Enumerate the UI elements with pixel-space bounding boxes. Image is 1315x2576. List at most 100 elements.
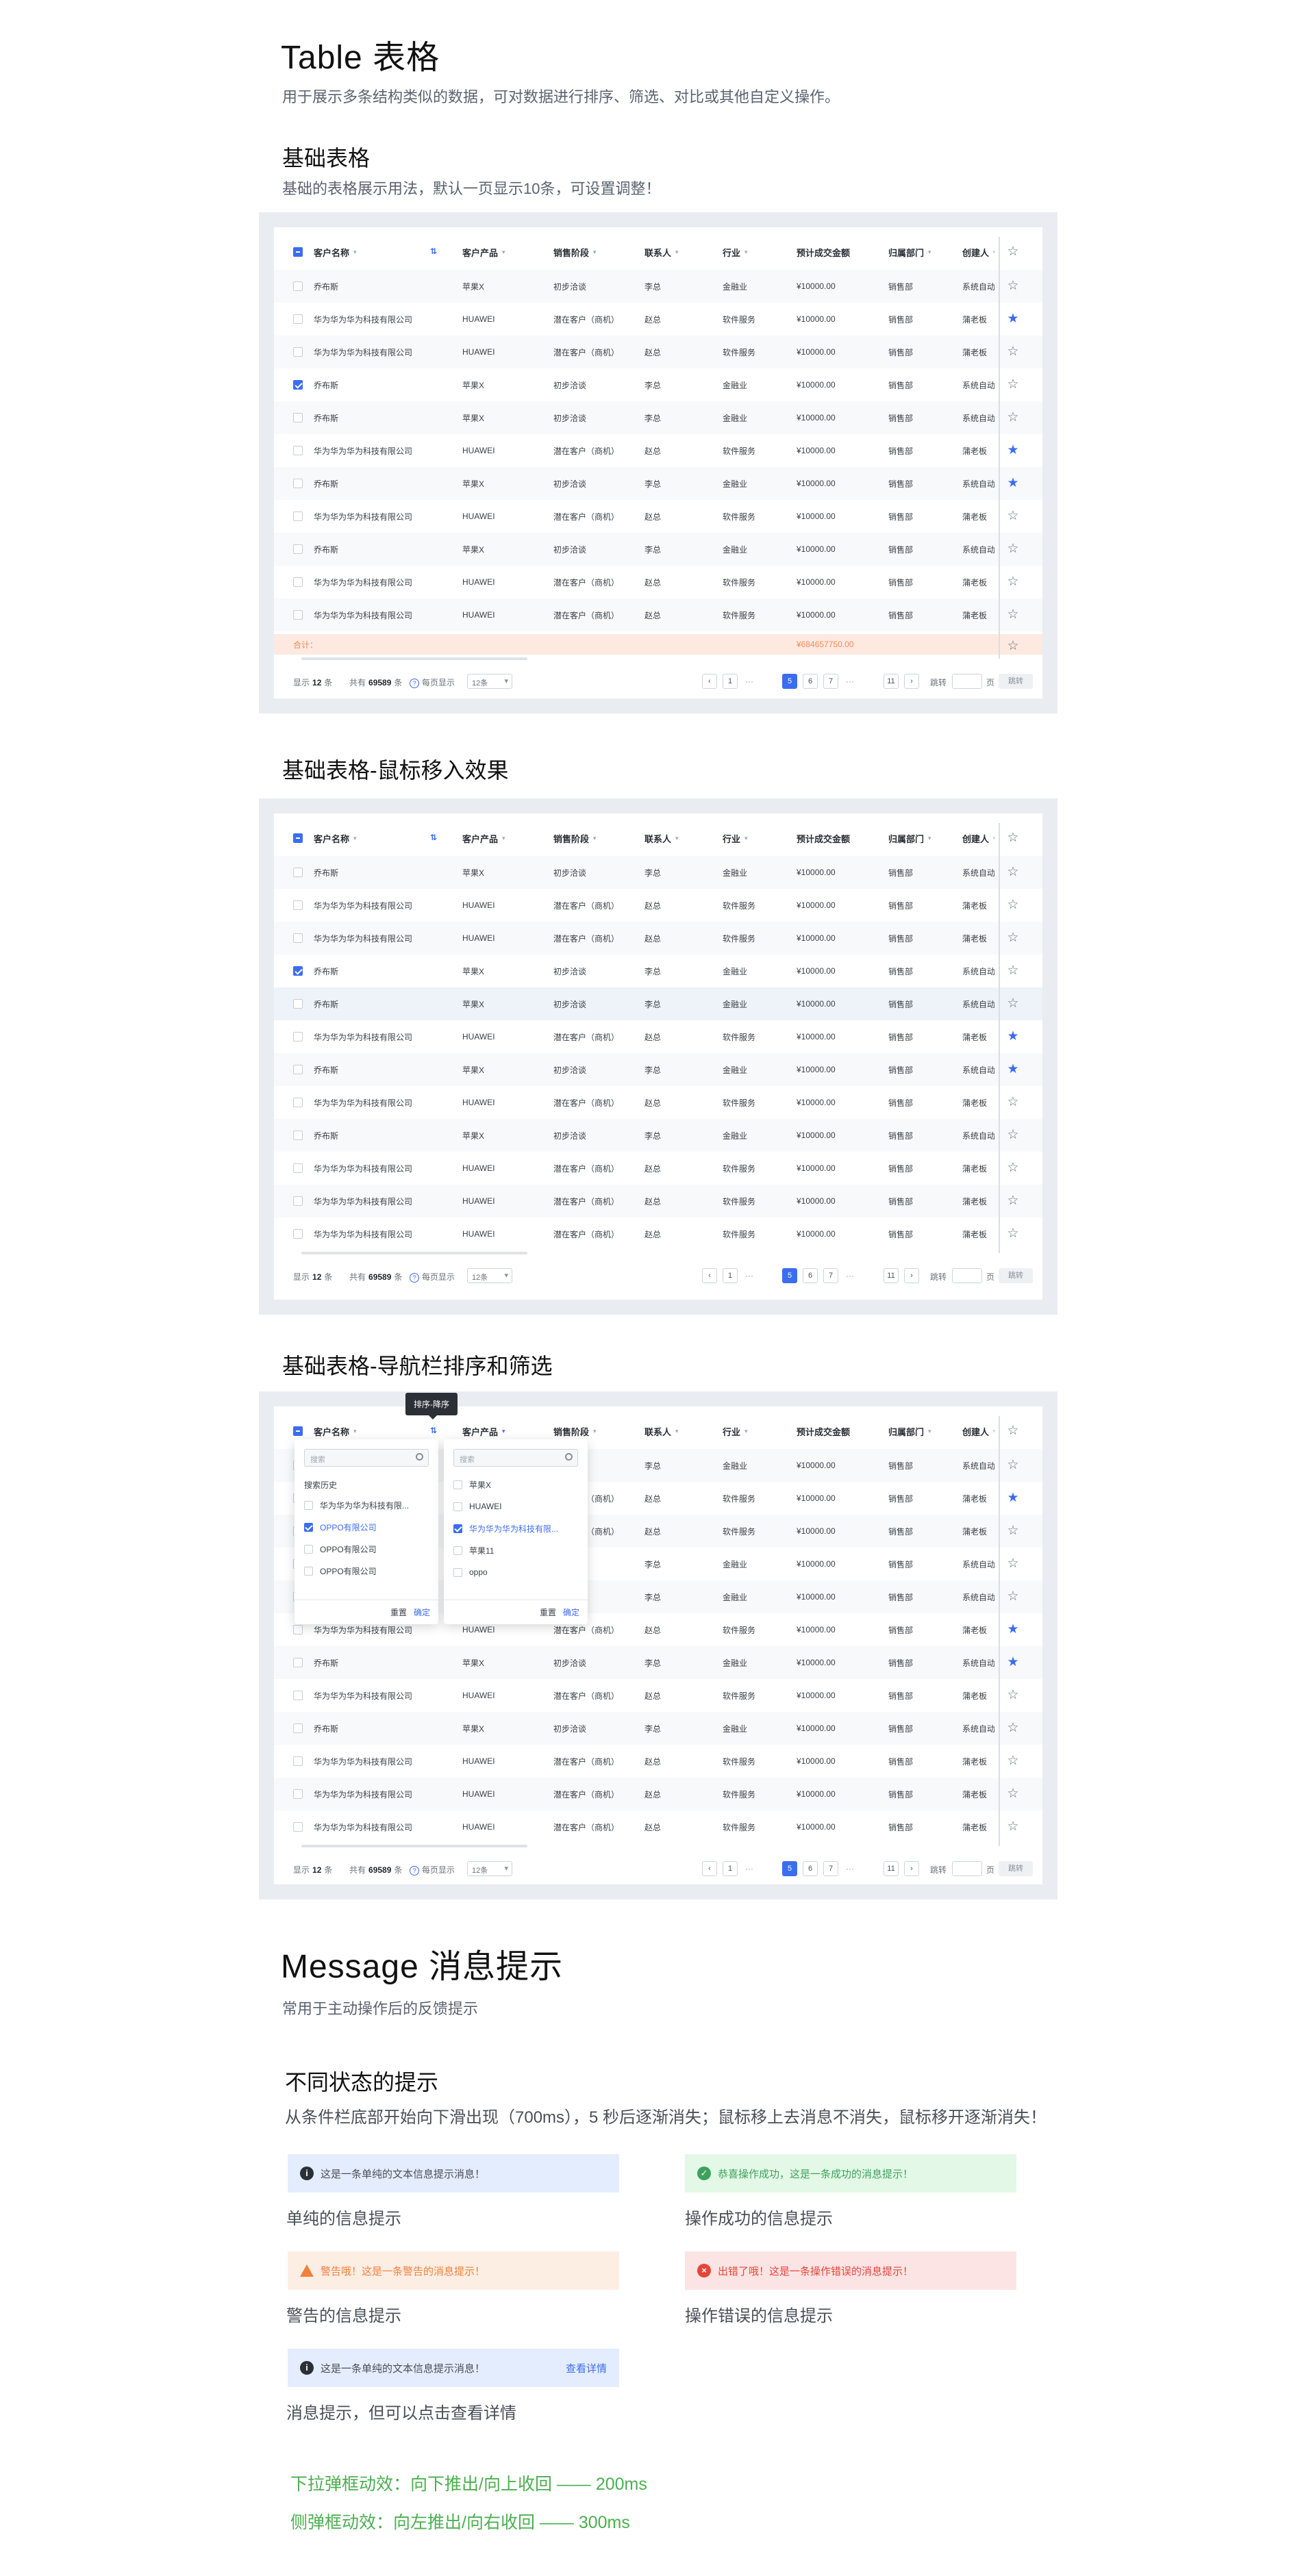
favorite-star-icon[interactable]: ★ [1005,443,1020,458]
page-button[interactable]: 11 [884,674,899,689]
table-row[interactable]: 乔布斯 苹果X 初步洽谈 李总 金融业 ¥10000.00 销售部 系统自动 ☆ [274,987,1042,1020]
favorite-star-icon[interactable]: ☆ [1005,1458,1020,1473]
page-button[interactable]: 1 [723,674,738,689]
favorite-star-icon[interactable]: ☆ [1005,1819,1020,1834]
favorite-star-icon[interactable]: ☆ [1005,963,1020,978]
filter-caret-icon[interactable]: ▾ [744,835,748,842]
favorite-star-icon[interactable]: ☆ [1005,574,1020,590]
filter-caret-icon[interactable]: ▾ [993,1428,994,1435]
row-checkbox[interactable] [293,347,303,357]
jump-page-input[interactable] [952,1268,982,1283]
row-checkbox[interactable] [293,281,303,291]
column-header-contact[interactable]: 联系人 ▾ [644,1416,717,1446]
filter-caret-icon[interactable]: ▾ [744,249,748,256]
favorite-star-icon[interactable]: ☆ [1005,1556,1020,1571]
filter-icon[interactable]: ⇅ [430,833,437,842]
jump-go-button[interactable]: 跳转 [999,1861,1033,1876]
row-checkbox[interactable] [293,999,303,1009]
favorite-star-icon[interactable]: ☆ [1005,1128,1020,1143]
favorite-star-icon[interactable]: ☆ [1005,542,1020,557]
table-row[interactable]: 乔布斯 苹果X 初步洽谈 李总 金融业 ¥10000.00 销售部 系统自动 ☆ [274,1712,1042,1745]
page-button[interactable]: 7 [823,674,838,689]
filter-option[interactable]: oppo [453,1564,582,1580]
row-checkbox[interactable] [293,1723,303,1733]
option-checkbox[interactable] [304,1522,313,1532]
favorite-star-icon[interactable]: ☆ [1005,410,1020,425]
favorite-header-icon[interactable]: ☆ [1005,831,1020,846]
filter-caret-icon[interactable]: ▾ [502,835,505,842]
jump-page-input[interactable] [952,1861,982,1876]
favorite-star-icon[interactable]: ★ [1005,1029,1020,1044]
table-row[interactable]: 华为华为华为科技有限公司 HUAWEI 潜在客户（商机） 赵总 软件服务 ¥10000.0… [274,1778,1042,1810]
row-checkbox[interactable] [293,610,303,620]
confirm-button[interactable]: 确定 [563,1606,579,1618]
favorite-star-icon[interactable]: ☆ [1005,1786,1020,1802]
filter-caret-icon[interactable]: ▾ [928,249,931,256]
table-row[interactable]: 乔布斯 苹果X 初步洽谈 李总 金融业 ¥10000.00 销售部 系统自动 ★ [274,467,1042,500]
table-row[interactable]: 华为华为华为科技有限公司 HUAWEI 潜在客户（商机） 赵总 软件服务 ¥10000.0… [274,1810,1042,1843]
dropdown-search-input[interactable]: 搜索 [304,1449,429,1467]
filter-icon[interactable]: ⇅ [430,1426,437,1435]
row-checkbox[interactable] [293,1756,303,1766]
prev-page-button[interactable]: ‹ [702,1268,717,1283]
column-header-contact[interactable]: 联系人 ▾ [644,823,717,853]
favorite-star-icon[interactable]: ☆ [1005,931,1020,946]
filter-caret-icon[interactable]: ▾ [353,1428,357,1435]
page-button[interactable]: 6 [803,1268,818,1283]
row-checkbox[interactable] [293,544,303,554]
row-checkbox[interactable] [293,314,303,324]
table-row[interactable]: 乔布斯 苹果X 初步洽谈 李总 金融业 ¥10000.00 销售部 系统自动 ☆ [274,856,1042,889]
filter-option[interactable]: OPPO有限公司 [304,1519,433,1535]
row-checkbox[interactable] [293,512,303,521]
filter-option[interactable]: 苹果11 [453,1542,582,1558]
filter-caret-icon[interactable]: ▾ [502,249,505,256]
prev-page-button[interactable]: ‹ [702,1861,717,1876]
table-row[interactable]: 乔布斯 苹果X 初步洽谈 李总 金融业 ¥10000.00 销售部 系统自动 ☆ [274,401,1042,434]
table-row[interactable]: 华为华为华为科技有限公司 HUAWEI 潜在客户（商机） 赵总 软件服务 ¥10000.0… [274,434,1042,467]
page-button[interactable]: 5 [782,1861,797,1876]
row-checkbox[interactable] [293,446,303,455]
favorite-star-icon[interactable]: ★ [1005,312,1020,327]
column-header-contact[interactable]: 联系人 ▾ [644,237,717,267]
favorite-star-icon[interactable]: ☆ [1005,639,1020,654]
favorite-star-icon[interactable]: ☆ [1005,1721,1020,1736]
favorite-star-icon[interactable]: ☆ [1005,1688,1020,1703]
view-details-link[interactable]: 查看详情 [566,2361,607,2375]
table-row[interactable]: 华为华为华为科技有限公司 HUAWEI 潜在客户（商机） 赵总 软件服务 ¥10000.0… [274,500,1042,533]
row-checkbox[interactable] [293,1822,303,1832]
table-row[interactable]: 华为华为华为科技有限公司 HUAWEI 潜在客户（商机） 赵总 软件服务 ¥10000.0… [274,598,1042,631]
row-checkbox[interactable] [293,900,303,910]
column-header-dept[interactable]: 归属部门 ▾ [888,823,957,853]
favorite-star-icon[interactable]: ★ [1005,1491,1020,1506]
filter-option[interactable]: 华为华为华为科技有限... [304,1497,433,1513]
row-checkbox[interactable] [293,1229,303,1239]
horizontal-scrollbar[interactable] [301,657,527,660]
row-checkbox[interactable] [293,1789,303,1799]
dropdown-search-input[interactable]: 搜索 [453,1449,578,1467]
page-button[interactable]: 11 [884,1861,899,1876]
page-button[interactable]: 11 [884,1268,899,1283]
favorite-star-icon[interactable]: ☆ [1005,377,1020,392]
table-row[interactable]: 华为华为华为科技有限公司 HUAWEI 潜在客户（商机） 赵总 软件服务 ¥10000.0… [274,1020,1042,1053]
table-row[interactable]: 华为华为华为科技有限公司 HUAWEI 潜在客户（商机） 赵总 软件服务 ¥10000.0… [274,1086,1042,1119]
column-header-stage[interactable]: 销售阶段 ▾ [553,823,639,853]
option-checkbox[interactable] [304,1544,313,1554]
favorite-star-icon[interactable]: ★ [1005,1655,1020,1670]
table-row[interactable]: 华为华为华为科技有限公司 HUAWEI 潜在客户（商机） 赵总 软件服务 ¥10000.0… [274,922,1042,955]
per-page-select[interactable]: 12条 [467,1861,512,1876]
next-page-button[interactable]: › [904,1268,919,1283]
table-row[interactable]: 乔布斯 苹果X 初步洽谈 李总 金融业 ¥10000.00 销售部 系统自动 ★ [274,1646,1042,1679]
filter-caret-icon[interactable]: ▾ [993,249,994,256]
page-button[interactable]: 5 [782,1268,797,1283]
option-checkbox[interactable] [304,1566,313,1576]
option-checkbox[interactable] [453,1480,462,1489]
column-header-industry[interactable]: 行业 ▾ [723,823,791,853]
column-header-stage[interactable]: 销售阶段 ▾ [553,237,639,267]
row-checkbox[interactable] [293,577,303,587]
favorite-star-icon[interactable]: ☆ [1005,1754,1020,1769]
page-button[interactable]: 5 [782,674,797,689]
filter-option[interactable]: 华为华为华为科技有限... [453,1520,582,1537]
table-row[interactable]: 乔布斯 苹果X 初步洽谈 李总 金融业 ¥10000.00 销售部 系统自动 ☆ [274,368,1042,401]
filter-caret-icon[interactable]: ▾ [928,1428,931,1435]
column-header-creator[interactable]: 创建人▾ [962,823,994,853]
